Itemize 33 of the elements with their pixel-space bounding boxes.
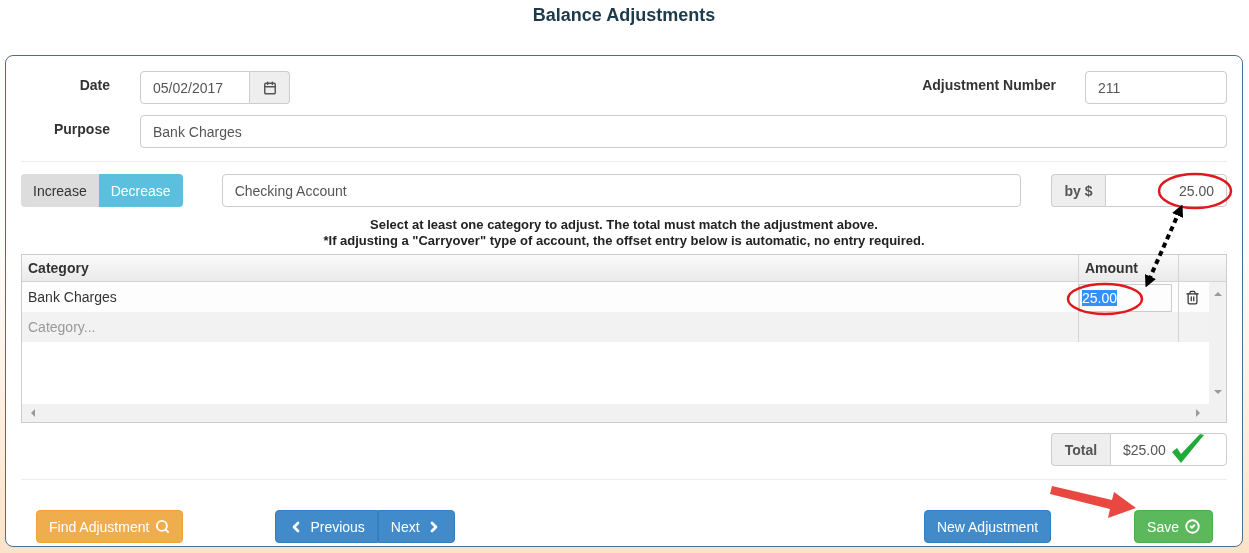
date-field[interactable]: 05/02/2017 — [140, 71, 250, 104]
scrollbar[interactable] — [22, 404, 1226, 422]
scrollbar[interactable] — [1209, 282, 1226, 404]
instruction-text: *If adjusting a "Carryover" type of account, the offset entry below is automatic, no entry required. — [322, 233, 926, 249]
next-button[interactable]: Next — [377, 510, 455, 543]
previous-button[interactable]: Previous — [275, 510, 378, 543]
account-field[interactable]: Checking Account — [221, 174, 1021, 207]
save-button[interactable]: Save — [1134, 510, 1213, 543]
table-cell-text: Bank Charges — [27, 288, 118, 307]
selected-text: 25.00 — [1082, 290, 1118, 306]
delete-icon[interactable] — [1185, 289, 1200, 305]
column-header: Category — [28, 260, 89, 276]
instruction-text: Select at least one category to adjust. The total must match the adjustment above. — [369, 217, 879, 233]
field-label: Purpose — [53, 120, 110, 137]
field-label: Date — [78, 76, 110, 93]
column-header: Amount — [1085, 260, 1138, 276]
find-adjustment-button[interactable]: Find Adjustment — [36, 510, 184, 543]
adjustment-number-field[interactable]: 211 — [1085, 71, 1227, 104]
check-mark-icon — [1172, 434, 1204, 463]
purpose-field[interactable]: Bank Charges — [140, 115, 1227, 148]
page-title: Balance Adjustments — [531, 4, 717, 27]
input-addon: by $ — [1051, 174, 1105, 207]
search-icon — [155, 519, 171, 534]
new-adjustment-button[interactable]: New Adjustment — [923, 510, 1052, 543]
calendar-icon — [262, 80, 277, 95]
field-label: Adjustment Number — [921, 76, 1056, 93]
calendar-button[interactable] — [250, 71, 290, 104]
total-field: $25.00 — [1110, 433, 1227, 466]
toggle-button[interactable]: Decrease — [98, 174, 183, 207]
input-addon: Total — [1051, 433, 1110, 466]
amount-field[interactable]: 25.00 — [1105, 174, 1227, 207]
toggle-button[interactable]: Increase — [21, 174, 99, 207]
check-circle-icon — [1185, 519, 1200, 534]
